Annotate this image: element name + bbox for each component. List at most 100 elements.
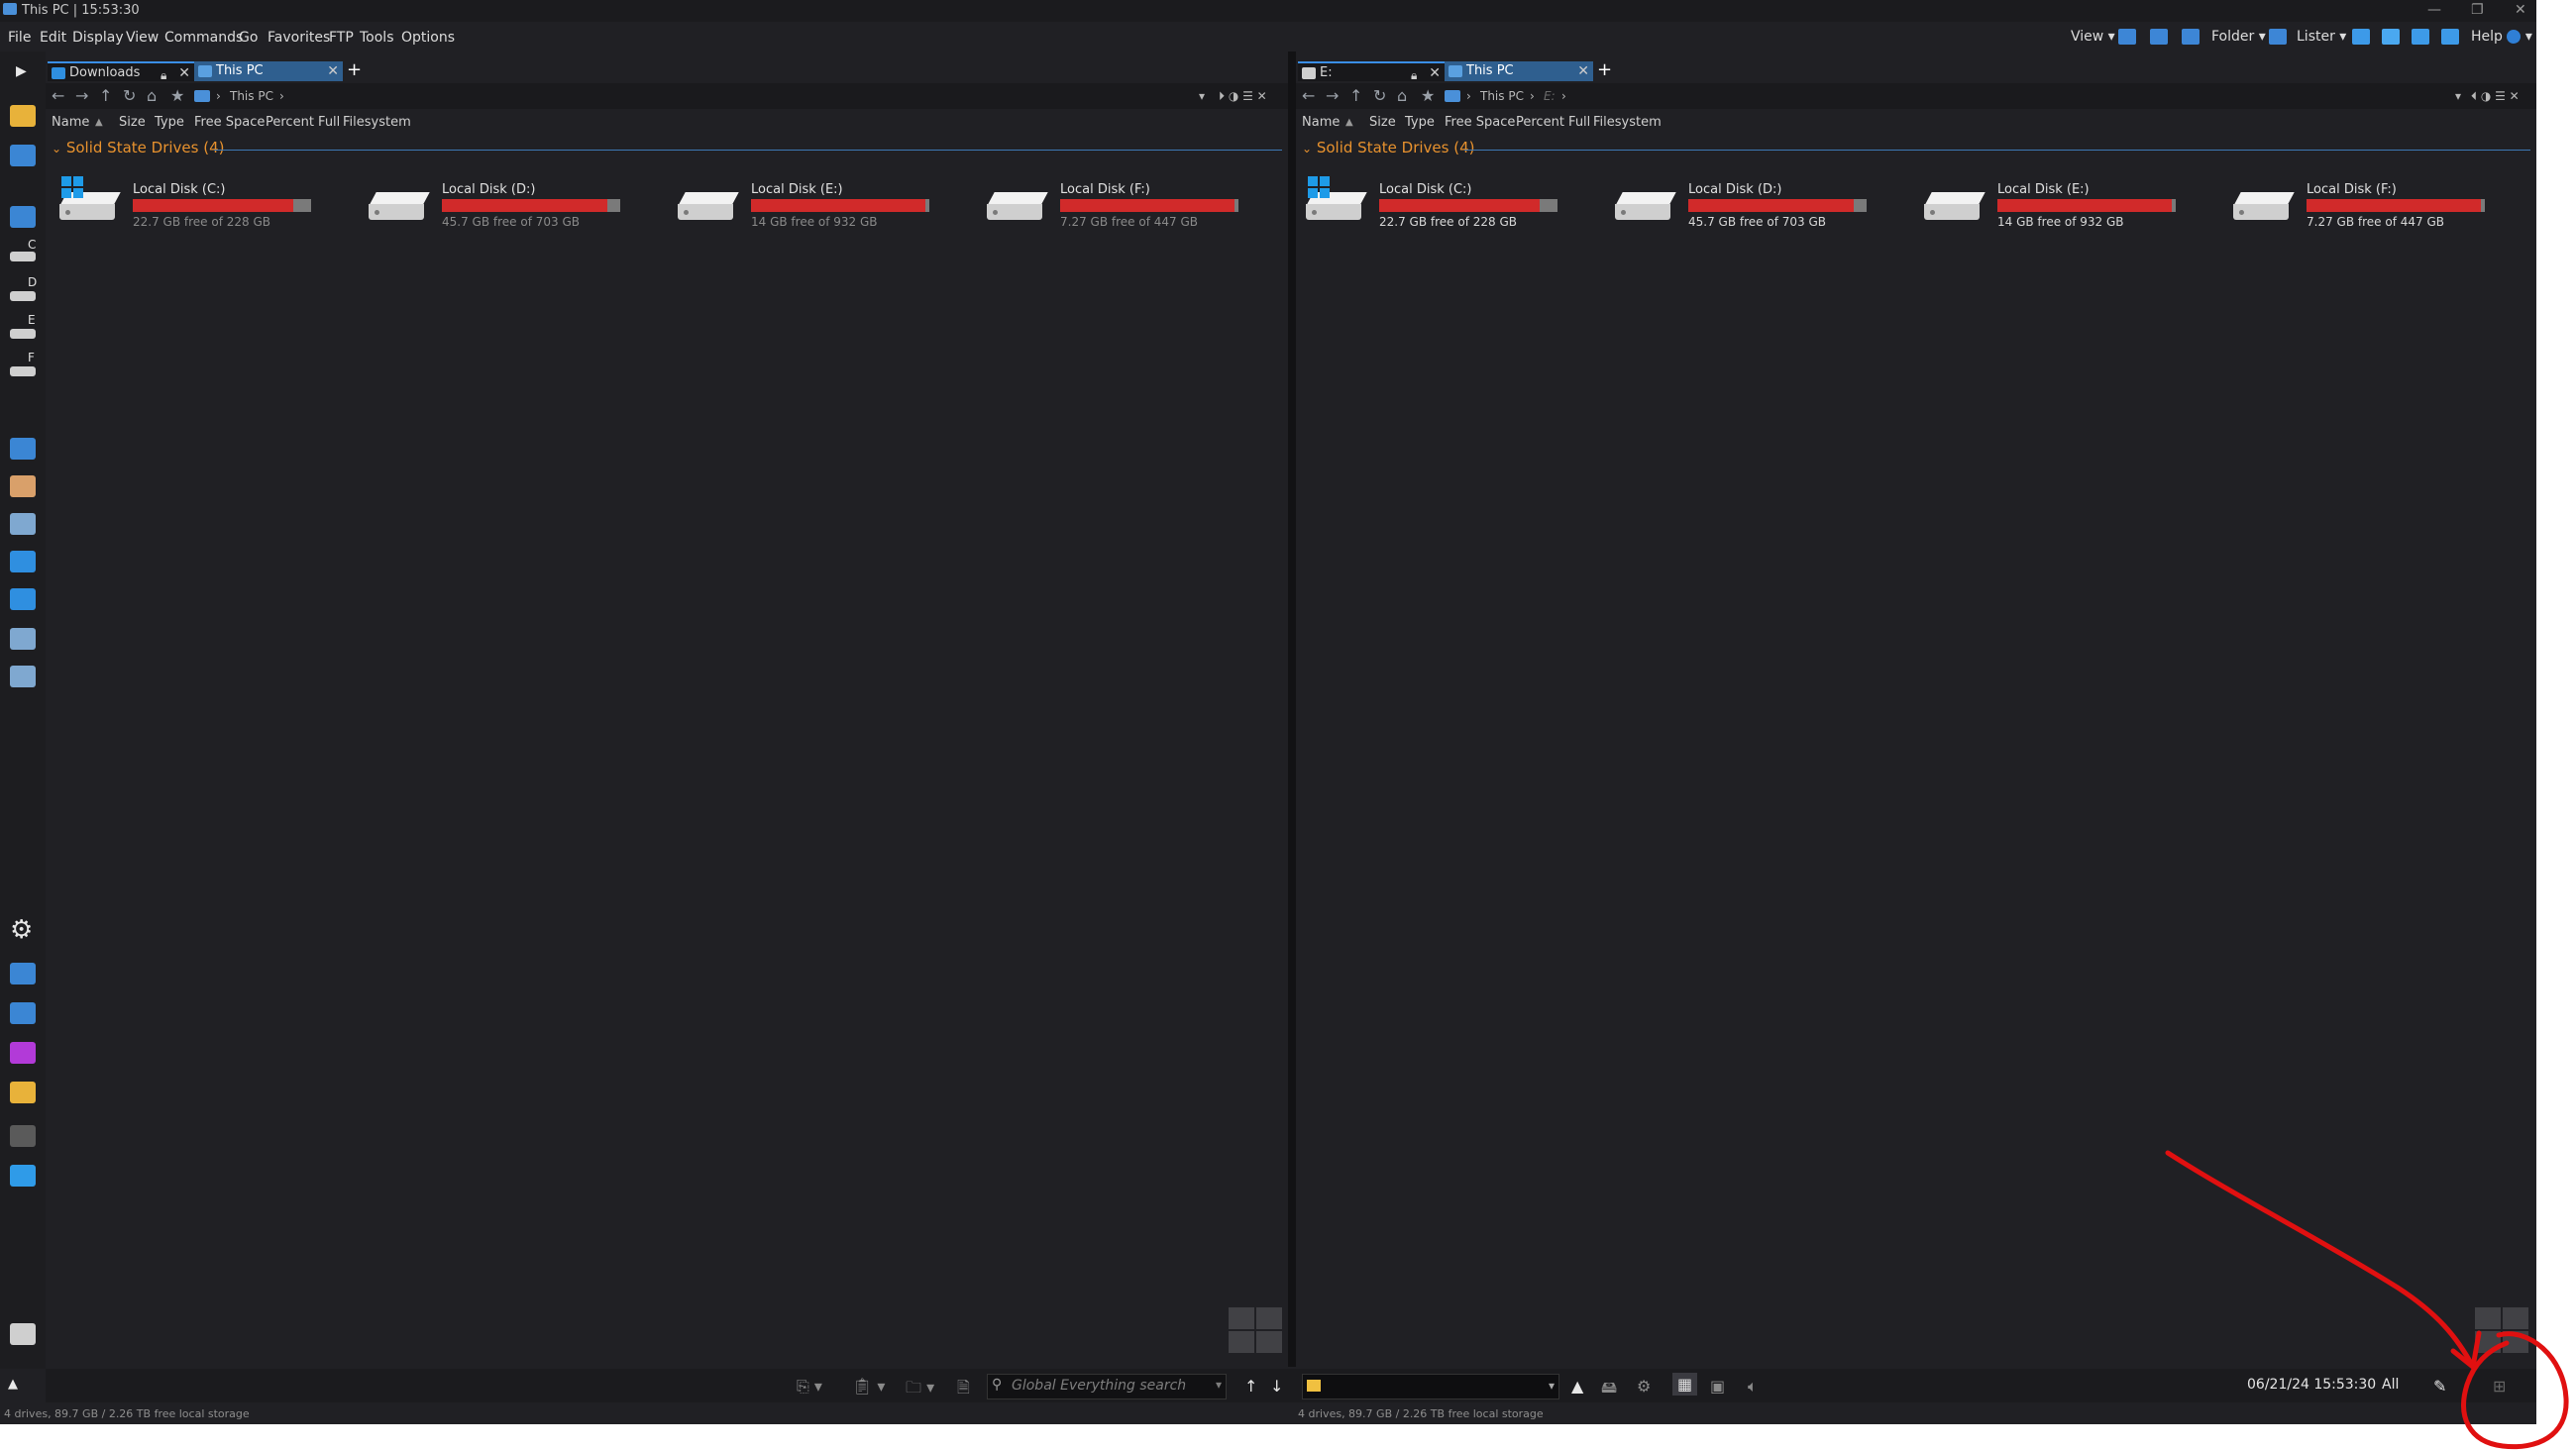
pane-splitter[interactable] (1288, 52, 1296, 1367)
home-icon[interactable]: ⌂ (1397, 86, 1407, 105)
drive-item[interactable]: Local Disk (C:) 22.7 GB free of 228 GB (59, 176, 357, 234)
home-icon[interactable]: ⌂ (147, 86, 157, 105)
terminal-icon[interactable] (10, 1125, 36, 1147)
drive-f-icon[interactable] (10, 366, 36, 376)
folder-icon[interactable] (10, 105, 36, 127)
pictures-icon[interactable] (10, 628, 36, 650)
path-dropdown[interactable]: ▾ (1302, 1374, 1559, 1399)
column-free-space[interactable]: Free Space (194, 115, 265, 130)
copy-icon[interactable]: ⎘ ▾ (797, 1377, 822, 1397)
forward-icon[interactable]: → (75, 86, 88, 105)
gear-icon[interactable]: ⚙ (1637, 1377, 1651, 1396)
menu-file[interactable]: File (8, 30, 31, 46)
dual-pane-icon[interactable] (2382, 29, 2400, 45)
minimize-icon[interactable]: — (2427, 2, 2441, 18)
start-grid-icon[interactable] (10, 1165, 36, 1187)
drive-item[interactable]: Local Disk (E:) 14 GB free of 932 GB (1924, 178, 2221, 234)
chevron-down-icon[interactable]: ▾ (1216, 1378, 1222, 1392)
drive-item[interactable]: Local Disk (D:) 45.7 GB free of 703 GB (369, 178, 666, 234)
menu-ftp[interactable]: FTP (329, 30, 354, 46)
breadcrumb-this-pc[interactable]: This PC (1480, 89, 1524, 103)
back-icon[interactable]: ← (52, 86, 64, 105)
new-tab-icon[interactable]: + (347, 59, 362, 80)
lister-controls-icon[interactable]: ⏴ ◑ ☰ ✕ (2471, 89, 2520, 104)
drive-item[interactable]: Local Disk (C:) 22.7 GB free of 228 GB (1306, 176, 1603, 234)
forward-icon[interactable]: → (1326, 86, 1339, 105)
preview-pane-icon[interactable] (2412, 29, 2429, 45)
column-size[interactable]: Size (119, 115, 146, 130)
column-type[interactable]: Type (1405, 115, 1435, 130)
column-name[interactable]: Name (1302, 115, 1340, 130)
column-filesystem[interactable]: Filesystem (1593, 115, 1662, 130)
menu-commands[interactable]: Commands (164, 30, 243, 46)
close-tab-icon[interactable]: ✕ (327, 61, 339, 81)
menu-view[interactable]: View (126, 30, 159, 46)
calculator-icon[interactable]: ▦ (1672, 1373, 1698, 1396)
location-dropdown-icon[interactable]: ▾ (2455, 89, 2461, 103)
column-type[interactable]: Type (155, 115, 184, 130)
lister-dropdown[interactable]: Lister ▾ (2297, 29, 2346, 45)
folder-tree-icon[interactable] (2269, 29, 2287, 45)
desktop-icon[interactable] (10, 438, 36, 460)
settings-gear-icon[interactable]: ⚙ (10, 915, 33, 945)
column-size[interactable]: Size (1369, 115, 1396, 130)
triangle-up-icon[interactable]: ▲ (1571, 1377, 1583, 1396)
menu-tools[interactable]: Tools (360, 30, 394, 46)
restore-icon[interactable]: ❐ (2471, 2, 2484, 18)
up-icon[interactable]: ↑ (99, 86, 112, 105)
volume-icon[interactable]: 🔈︎ (1748, 1377, 1758, 1397)
menu-display[interactable]: Display (72, 30, 124, 46)
music-icon[interactable] (10, 588, 36, 610)
column-percent-full[interactable]: Percent Full (1516, 115, 1590, 130)
expand-up-icon[interactable]: ▲ (8, 1377, 18, 1392)
new-folder-icon[interactable]: 🗀 ▾ (906, 1377, 934, 1403)
drive-d-icon[interactable] (10, 291, 36, 301)
downloads-icon[interactable] (10, 551, 36, 572)
play-icon[interactable]: ▶ (16, 63, 27, 79)
processor-icon[interactable]: ▣ (1710, 1377, 1725, 1396)
new-tab-icon[interactable]: + (1597, 59, 1612, 80)
tab-downloads[interactable]: Downloads 🔒︎ ✕ (48, 61, 194, 83)
users-icon[interactable] (10, 475, 36, 497)
metadata-pane-icon[interactable] (2441, 29, 2459, 45)
tab-e-drive[interactable]: E: 🔒︎ ✕ (1298, 61, 1445, 83)
display-settings-icon[interactable] (10, 963, 36, 984)
close-tab-icon[interactable]: ✕ (178, 63, 190, 83)
arrow-up-icon[interactable]: ↑ (1244, 1377, 1257, 1396)
column-percent-full[interactable]: Percent Full (266, 115, 340, 130)
refresh-icon[interactable]: ↻ (123, 86, 136, 105)
single-pane-icon[interactable] (2352, 29, 2370, 45)
sync-icon[interactable] (10, 145, 36, 166)
menu-go[interactable]: Go (239, 30, 258, 46)
help-button[interactable]: Help ▾ (2471, 29, 2532, 45)
back-icon[interactable]: ← (1302, 86, 1315, 105)
view-dropdown[interactable]: View ▾ (2071, 29, 2115, 45)
column-free-space[interactable]: Free Space (1445, 115, 1515, 130)
thumbnails-view-icon[interactable] (2182, 29, 2200, 45)
videos-icon[interactable] (10, 666, 36, 687)
close-icon[interactable]: ✕ (2515, 2, 2526, 18)
breadcrumb-e-drive[interactable]: E: (1544, 89, 1556, 103)
up-icon[interactable]: ↑ (1349, 86, 1362, 105)
drive-e-icon[interactable] (10, 329, 36, 339)
left-group-header[interactable]: ⌄ Solid State Drives (4) (46, 137, 1288, 160)
close-tab-icon[interactable]: ✕ (1429, 63, 1441, 83)
right-group-header[interactable]: ⌄ Solid State Drives (4) (1296, 137, 2536, 160)
tab-this-pc[interactable]: This PC ✕ (1445, 61, 1593, 81)
drive-item[interactable]: Local Disk (F:) 7.27 GB free of 447 GB (987, 178, 1284, 234)
menu-favorites[interactable]: Favorites (268, 30, 330, 46)
column-filesystem[interactable]: Filesystem (343, 115, 411, 130)
arrow-down-icon[interactable]: ↓ (1270, 1377, 1283, 1396)
properties-icon[interactable]: 🗎 (957, 1377, 970, 1403)
documents-icon[interactable] (10, 513, 36, 535)
lister-controls-icon[interactable]: ⏵ ◑ ☰ ✕ (1219, 89, 1267, 104)
global-search-input[interactable]: ⚲ Global Everything search ▾ (987, 1374, 1227, 1399)
drive-c-icon[interactable] (10, 252, 36, 261)
network-drive-icon[interactable]: 🖴︎ (1601, 1377, 1617, 1403)
menu-edit[interactable]: Edit (40, 30, 66, 46)
drive-item[interactable]: Local Disk (E:) 14 GB free of 932 GB (678, 178, 975, 234)
location-dropdown-icon[interactable]: ▾ (1199, 89, 1205, 103)
performance-monitor-icon[interactable] (10, 1002, 36, 1024)
recycle-bin-icon[interactable] (10, 1323, 36, 1345)
power-view-icon[interactable] (2150, 29, 2168, 45)
